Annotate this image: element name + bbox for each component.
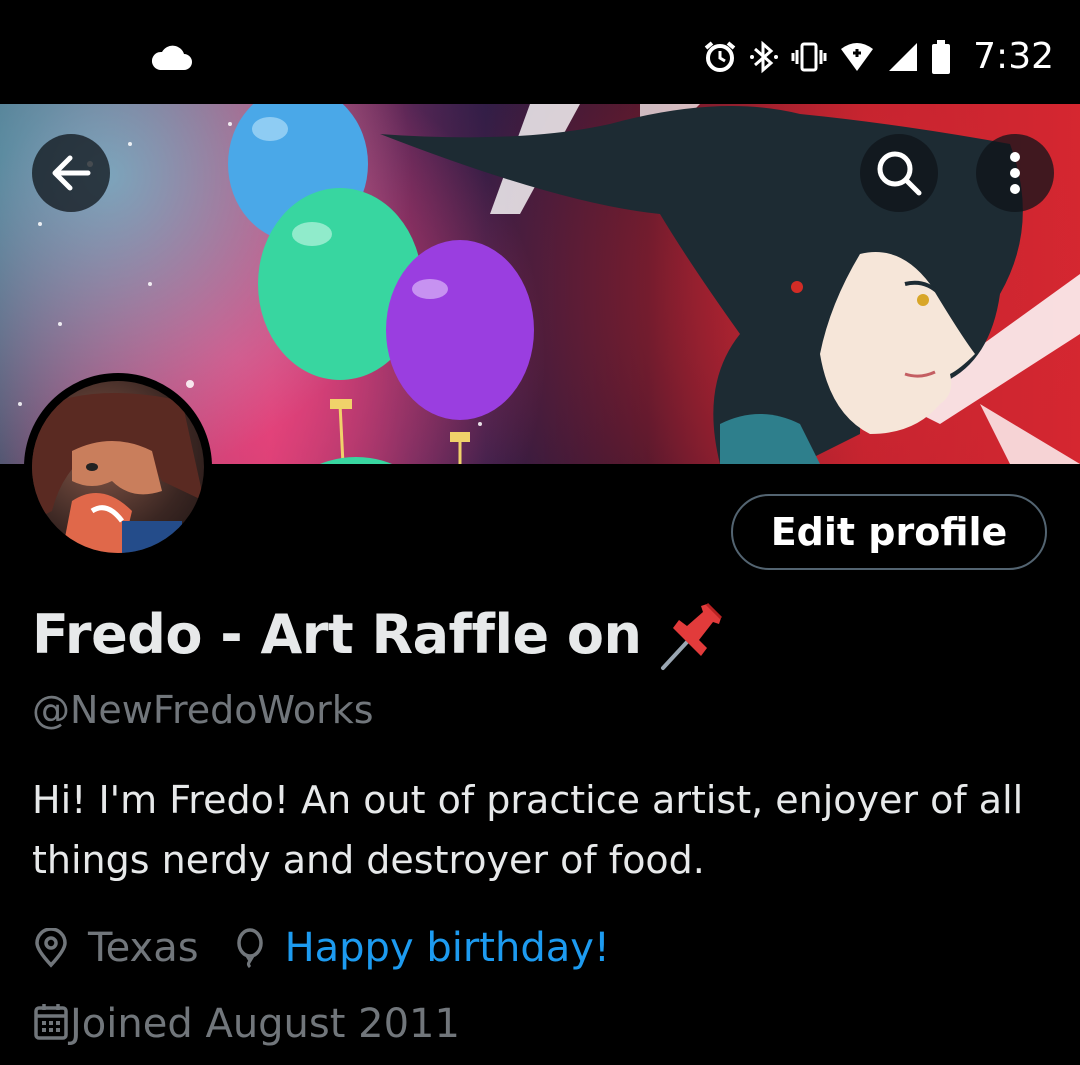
avatar-image	[32, 381, 204, 553]
birthday-text[interactable]: Happy birthday!	[285, 925, 610, 971]
balloon-icon	[233, 928, 267, 968]
arrow-left-icon	[52, 155, 91, 191]
wifi-icon	[841, 42, 874, 71]
search-icon	[877, 151, 922, 196]
vibrate-icon	[791, 42, 827, 71]
alarm-icon	[704, 40, 736, 72]
joined-text: Joined August 2011	[70, 1001, 460, 1047]
status-icons: 7:32	[703, 36, 1054, 77]
signal-icon	[889, 42, 918, 71]
pushpin-icon	[661, 602, 723, 670]
display-name: Fredo - Art Raffle on	[32, 602, 642, 666]
joined-row: Joined August 2011	[32, 996, 460, 1052]
battery-icon	[932, 39, 951, 74]
profile-meta-row: Texas Happy birthday!	[32, 920, 610, 976]
location-text: Texas	[88, 925, 199, 971]
more-vertical-icon	[1010, 152, 1020, 194]
cloud-icon	[151, 45, 192, 70]
location-icon	[32, 928, 70, 968]
handle: @NewFredoWorks	[32, 688, 374, 732]
more-button[interactable]	[976, 134, 1054, 212]
status-time: 7:32	[973, 36, 1054, 77]
back-button[interactable]	[32, 134, 110, 212]
edit-profile-button[interactable]: Edit profile	[731, 494, 1047, 570]
bluetooth-icon	[750, 40, 779, 73]
avatar[interactable]	[24, 373, 212, 561]
bio: Hi! I'm Fredo! An out of practice artist…	[32, 778, 1024, 882]
display-name-row: Fredo - Art Raffle on	[32, 596, 733, 672]
search-button[interactable]	[860, 134, 938, 212]
calendar-icon	[32, 1002, 70, 1046]
status-bar: 7:32	[0, 0, 1080, 104]
